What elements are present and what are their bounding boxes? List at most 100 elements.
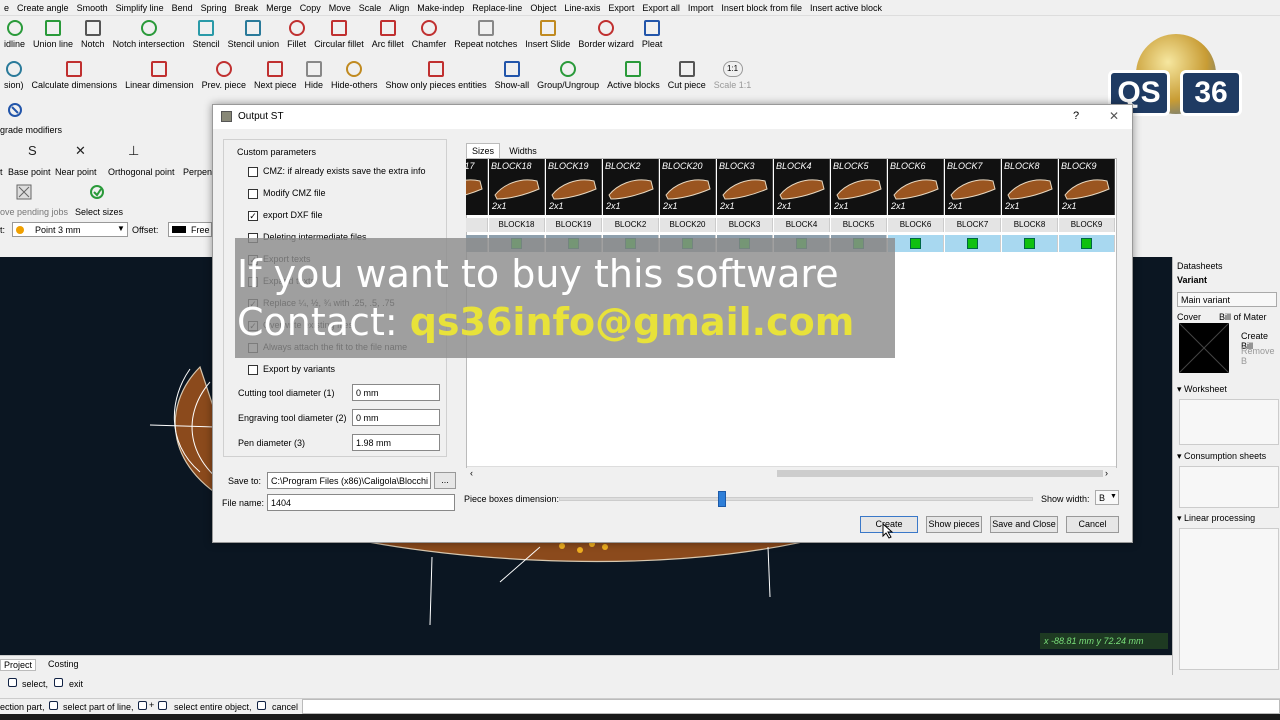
- cover-image[interactable]: [1178, 322, 1230, 374]
- block-column[interactable]: BLOCK9 2x1 BLOCK9: [1059, 159, 1116, 258]
- snap-label[interactable]: Near point: [55, 167, 97, 177]
- snap-label[interactable]: Orthogonal point: [108, 167, 175, 177]
- show-width-select[interactable]: B ▼: [1095, 490, 1119, 505]
- toolbar-button[interactable]: Active blocks: [603, 57, 664, 98]
- menu-item[interactable]: Align: [385, 0, 413, 13]
- snap-icon[interactable]: [0, 144, 14, 158]
- tab-project[interactable]: Project: [0, 659, 37, 671]
- checkbox[interactable]: [248, 364, 258, 375]
- pen-diameter-input[interactable]: 1.98 mm: [352, 434, 440, 451]
- toolbar-button[interactable]: Group/Ungroup: [533, 57, 603, 98]
- tab-costing[interactable]: Costing: [48, 659, 79, 669]
- snap-icon[interactable]: ⊥: [128, 144, 142, 158]
- browse-button[interactable]: ...: [434, 472, 456, 489]
- horizontal-scrollbar[interactable]: ‹ ›: [467, 466, 1116, 480]
- select-sizes-icon[interactable]: [89, 184, 105, 200]
- tab-widths[interactable]: Widths: [503, 144, 543, 158]
- checkbox[interactable]: [248, 166, 258, 177]
- toolbar-button[interactable]: Chamfer: [408, 16, 451, 57]
- menu-item[interactable]: Smooth: [73, 0, 112, 13]
- block-thumbnail[interactable]: BLOCK7 2x1: [945, 159, 1001, 215]
- toolbar-button[interactable]: Prev. piece: [198, 57, 250, 98]
- toolbar-button[interactable]: Linear dimension: [121, 57, 198, 98]
- grade-modifiers-label[interactable]: grade modifiers: [0, 125, 62, 135]
- menu-item[interactable]: Create angle: [13, 0, 73, 13]
- slider-handle[interactable]: [717, 491, 726, 507]
- toolbar-button[interactable]: Stencil union: [224, 16, 284, 57]
- grade-icon[interactable]: [6, 102, 24, 118]
- menu-item[interactable]: Copy: [296, 0, 325, 13]
- block-thumbnail[interactable]: BLOCK4 2x1: [774, 159, 830, 215]
- block-column[interactable]: BLOCK7 2x1 BLOCK7: [945, 159, 1002, 258]
- scroll-right-icon[interactable]: ›: [1105, 468, 1108, 478]
- cancel-button[interactable]: Cancel: [1066, 516, 1119, 533]
- toolbar-button[interactable]: Calculate dimensions: [28, 57, 122, 98]
- checkbox-row[interactable]: CMZ: if already exists save the extra in…: [248, 166, 426, 180]
- toolbar-button[interactable]: sion): [0, 57, 28, 98]
- block-thumbnail[interactable]: BLOCK2 2x1: [603, 159, 659, 215]
- menu-item[interactable]: Simplify line: [112, 0, 168, 13]
- toolbar-button[interactable]: Pleat: [638, 16, 667, 57]
- menu-item[interactable]: Spring: [197, 0, 231, 13]
- block-select-cell[interactable]: [1059, 235, 1115, 252]
- remove-jobs-label[interactable]: ove pending jobs: [0, 207, 68, 217]
- menu-item[interactable]: e: [0, 0, 13, 13]
- snap-icon[interactable]: S: [28, 144, 42, 158]
- block-thumbnail[interactable]: BLOCK5 2x1: [831, 159, 887, 215]
- block-thumbnail[interactable]: BLOCK6 2x1: [888, 159, 944, 215]
- checkbox[interactable]: [248, 188, 258, 199]
- scroll-left-icon[interactable]: ‹: [470, 468, 473, 478]
- consumption-header[interactable]: ▾ Consumption sheets: [1177, 451, 1266, 462]
- menu-item[interactable]: Insert active block: [806, 0, 886, 13]
- command-input[interactable]: [302, 699, 1280, 714]
- toolbar-button[interactable]: Union line: [29, 16, 77, 57]
- block-thumbnail[interactable]: BLOCK8 2x1: [1002, 159, 1058, 215]
- block-select-cell[interactable]: [888, 235, 944, 252]
- snap-label[interactable]: t: [0, 167, 3, 177]
- toolbar-button[interactable]: Insert Slide: [521, 16, 574, 57]
- block-column[interactable]: BLOCK6 2x1 BLOCK6: [888, 159, 945, 258]
- toolbar-button[interactable]: Cut piece: [664, 57, 710, 98]
- block-thumbnail[interactable]: BLOCK20 2x1: [660, 159, 716, 215]
- toolbar-button[interactable]: Notch intersection: [109, 16, 189, 57]
- toolbar-button[interactable]: Next piece: [250, 57, 301, 98]
- checkbox[interactable]: ✓: [248, 210, 258, 221]
- toolbar-button[interactable]: Notch: [77, 16, 109, 57]
- menu-item[interactable]: Merge: [262, 0, 296, 13]
- block-select-cell[interactable]: [945, 235, 1001, 252]
- block-thumbnail[interactable]: BLOCK19 2x1: [546, 159, 602, 215]
- worksheet-header[interactable]: ▾ Worksheet: [1177, 384, 1227, 395]
- cutting-tool-input[interactable]: 0 mm: [352, 384, 440, 401]
- block-thumbnail[interactable]: BLOCK3 2x1: [717, 159, 773, 215]
- menu-item[interactable]: Line-axis: [560, 0, 604, 13]
- block-select-cell[interactable]: [1002, 235, 1058, 252]
- block-thumbnail[interactable]: BLOCK18 2x1: [489, 159, 545, 215]
- toolbar-button[interactable]: Fillet: [283, 16, 310, 57]
- menu-item[interactable]: Object: [526, 0, 560, 13]
- toolbar-button[interactable]: Arc fillet: [368, 16, 408, 57]
- help-icon[interactable]: ?: [1073, 110, 1079, 122]
- engraving-tool-input[interactable]: 0 mm: [352, 409, 440, 426]
- save-to-input[interactable]: C:\Program Files (x86)\Caligola\Blocchi: [267, 472, 431, 489]
- block-thumbnail[interactable]: BLOCK9 2x1: [1059, 159, 1115, 215]
- offset-select[interactable]: Free: [168, 222, 212, 237]
- scroll-thumb[interactable]: [777, 470, 1103, 477]
- menu-item[interactable]: Bend: [168, 0, 197, 13]
- file-name-input[interactable]: 1404: [267, 494, 455, 511]
- checkbox-row[interactable]: Modify CMZ file: [248, 188, 326, 202]
- toolbar-button[interactable]: Hide: [301, 57, 328, 98]
- toolbar-button[interactable]: Show only pieces entities: [382, 57, 491, 98]
- menu-item[interactable]: Break: [231, 0, 263, 13]
- menu-item[interactable]: Replace-line: [468, 0, 526, 13]
- menu-item[interactable]: Scale: [355, 0, 386, 13]
- toolbar-button[interactable]: Hide-others: [327, 57, 382, 98]
- toolbar-button[interactable]: Stencil: [189, 16, 224, 57]
- menu-item[interactable]: Export: [604, 0, 638, 13]
- remove-jobs-icon[interactable]: [16, 184, 32, 200]
- show-pieces-button[interactable]: Show pieces: [926, 516, 982, 533]
- menu-item[interactable]: Make-indep: [413, 0, 468, 13]
- menu-item[interactable]: Move: [325, 0, 355, 13]
- toolbar-button[interactable]: Border wizard: [574, 16, 638, 57]
- point-mode-select[interactable]: Point 3 mm ▼: [12, 222, 128, 237]
- save-and-close-button[interactable]: Save and Close: [990, 516, 1058, 533]
